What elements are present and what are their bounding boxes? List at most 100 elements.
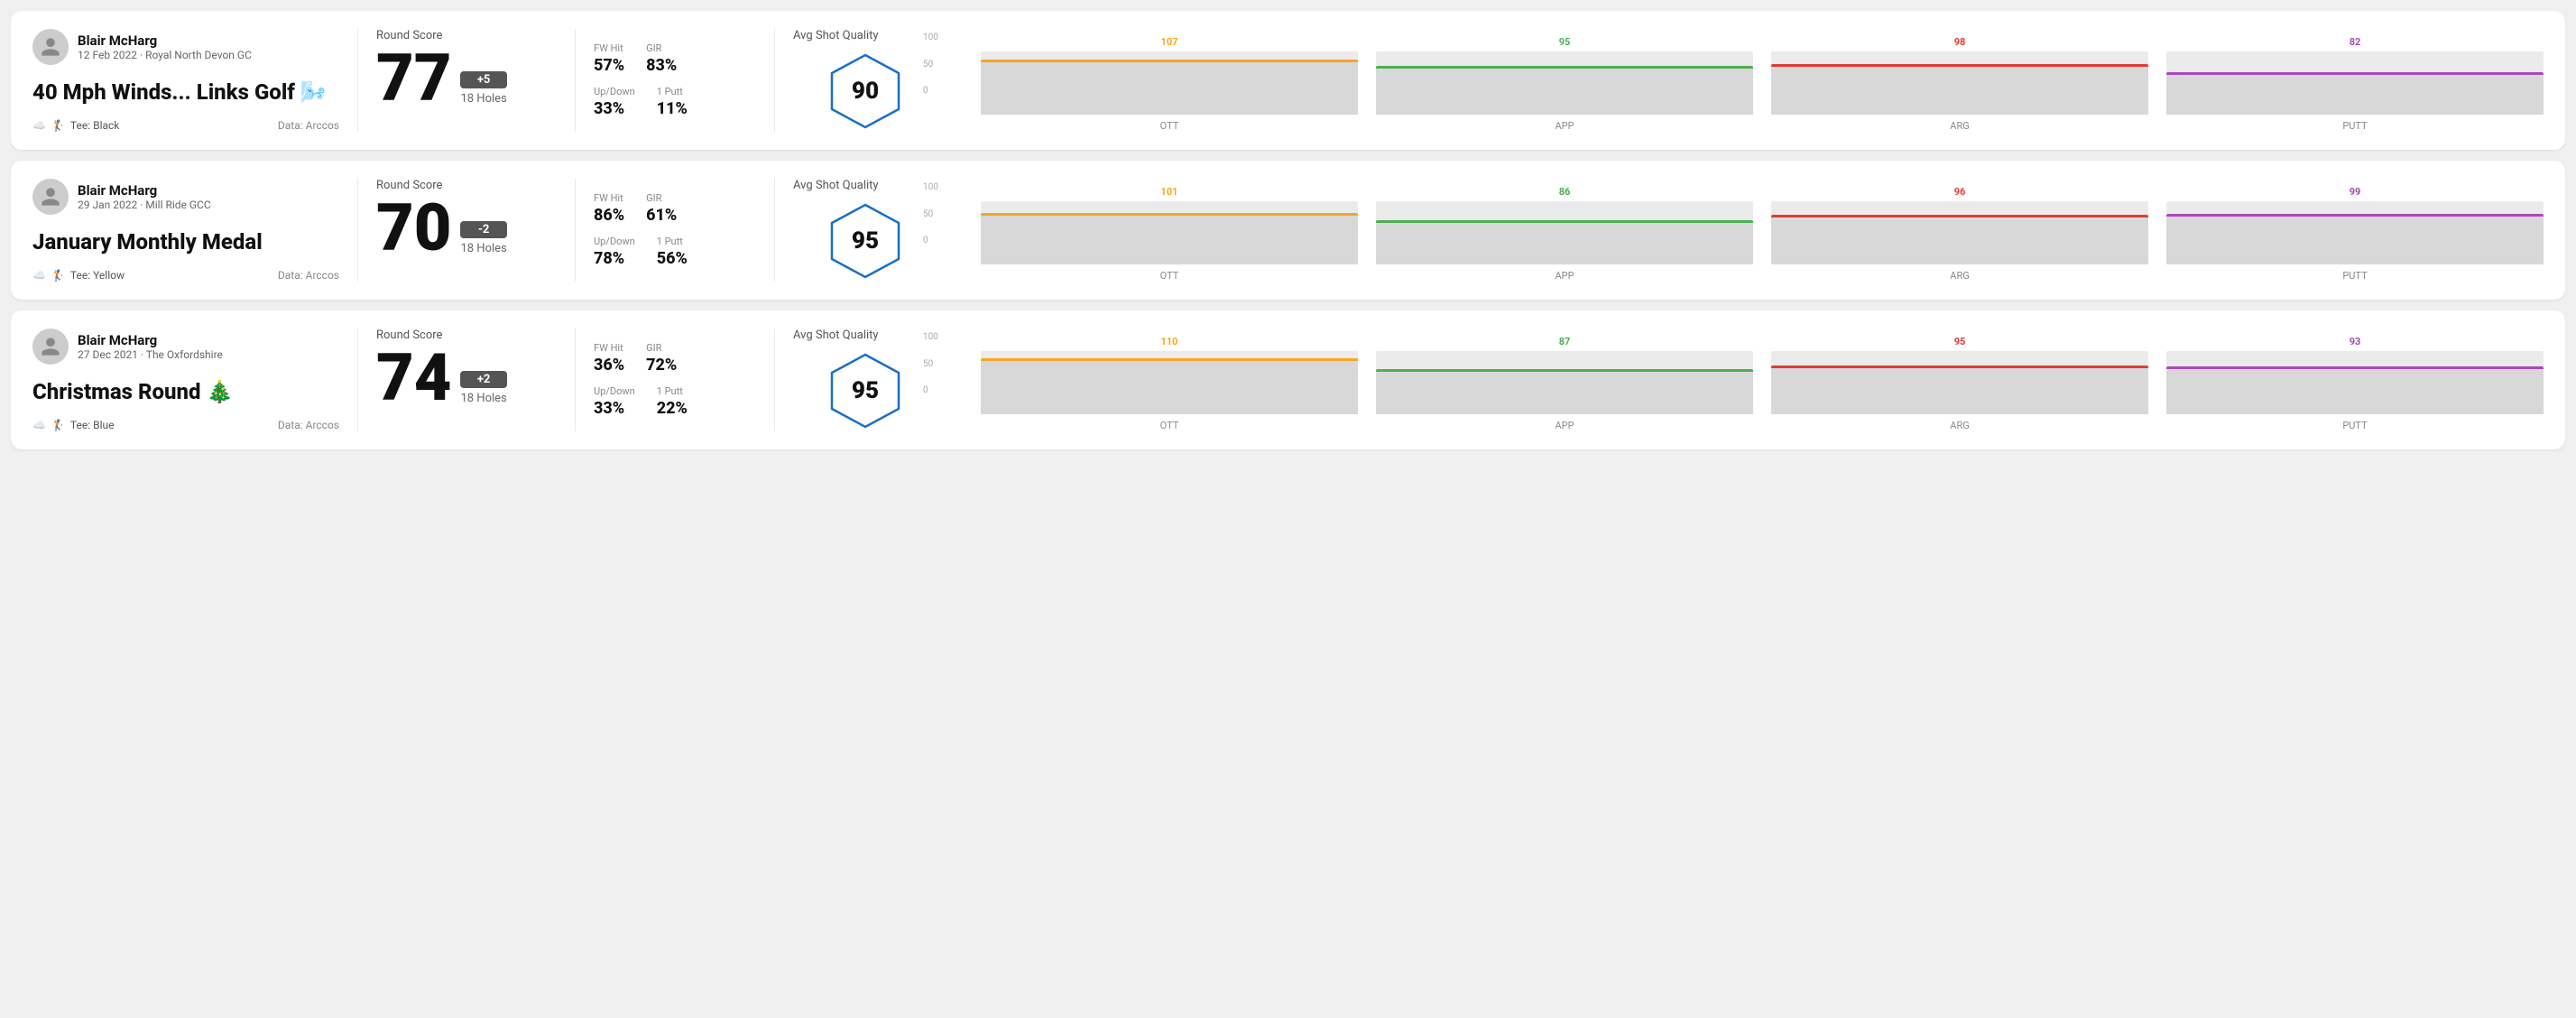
stat-label: 1 Putt	[657, 385, 688, 397]
bar-value: 95	[1559, 36, 1571, 48]
user-row: Blair McHarg12 Feb 2022 · Royal North De…	[32, 29, 339, 65]
stats-section: FW Hit86%GIR61%Up/Down78%1 Putt56%	[594, 179, 756, 282]
avatar	[32, 329, 69, 365]
bar-chart: 110OTT87APP95ARG93PUTT	[981, 332, 2544, 431]
stat-row-2: Up/Down33%1 Putt11%	[594, 86, 756, 118]
stat-value: 86%	[594, 206, 624, 225]
stat-row-1: FW Hit57%GIR83%	[594, 42, 756, 75]
stat-item-updown: Up/Down33%	[594, 385, 635, 418]
score-number: 70	[376, 196, 451, 261]
hexagon-wrapper: 95	[793, 349, 937, 431]
bar-fill	[1376, 66, 1753, 69]
bag-icon: 🏌️	[51, 269, 65, 282]
stat-item-gir: GIR72%	[646, 342, 677, 375]
hexagon-value: 95	[852, 377, 879, 404]
stat-item-fw-hit: FW Hit36%	[594, 342, 624, 375]
user-info: Blair McHarg29 Jan 2022 · Mill Ride GCC	[78, 182, 211, 211]
user-name: Blair McHarg	[78, 32, 252, 49]
bar-gray-fill	[1771, 217, 2148, 264]
user-info: Blair McHarg27 Dec 2021 · The Oxfordshir…	[78, 332, 223, 361]
stat-label: 1 Putt	[657, 86, 688, 97]
stat-row-1: FW Hit36% GIR72%	[594, 342, 756, 375]
bar-container	[981, 51, 1358, 115]
divider	[774, 329, 775, 431]
bar-label: OTT	[1160, 120, 1179, 132]
holes-text: 18 Holes	[460, 92, 506, 106]
divider	[357, 329, 358, 431]
score-section: Round Score74+218 Holes	[376, 329, 557, 431]
bar-gray-fill	[1376, 372, 1753, 414]
round-title: Christmas Round 🎄	[32, 379, 339, 404]
bar-gray-fill	[2166, 75, 2544, 115]
stat-label: Up/Down	[594, 236, 635, 247]
bar-gray-fill	[2166, 217, 2544, 264]
stat-item-gir: GIR61%	[646, 192, 677, 225]
bar-label: ARG	[1950, 120, 1969, 132]
round-title: January Monthly Medal	[32, 229, 339, 255]
quality-section: Avg Shot Quality 95	[793, 179, 937, 282]
stat-value: 57%	[594, 56, 624, 75]
hexagon: 90	[825, 51, 906, 132]
stat-item-updown: Up/Down 33%	[594, 86, 635, 118]
score-number: 74	[376, 346, 451, 411]
divider	[575, 179, 576, 282]
bar-label: OTT	[1160, 270, 1179, 282]
avatar	[32, 29, 69, 65]
bar-label: APP	[1555, 270, 1574, 282]
hexagon-value: 95	[852, 227, 879, 255]
score-badge: +5	[460, 71, 506, 88]
divider	[357, 29, 358, 132]
bar-fill	[1771, 366, 2148, 368]
tee-info: ☁️🏌️Tee: Blue	[32, 419, 114, 431]
badge-holes: +5 18 Holes	[460, 71, 506, 106]
stat-label: GIR	[646, 42, 677, 54]
bar-container	[1376, 51, 1753, 115]
bar-chart-wrapper: 100500101OTT86APP96ARG99PUTT	[952, 182, 2544, 282]
bar-background	[2166, 351, 2544, 414]
bar-fill	[981, 60, 1358, 62]
score-section: Round Score77+518 Holes	[376, 29, 557, 132]
stat-label: FW Hit	[594, 192, 624, 204]
bar-gray-fill	[1771, 67, 2148, 115]
bottom-row: ☁️🏌️Tee: BlackData: Arccos	[32, 119, 339, 132]
bar-container	[1771, 51, 2148, 115]
bar-chart-wrapper: 100500110OTT87APP95ARG93PUTT	[952, 332, 2544, 431]
bar-fill	[2166, 72, 2544, 75]
hexagon-wrapper: 90	[793, 50, 937, 132]
bag-icon: 🏌️	[51, 119, 65, 132]
tee-info: ☁️🏌️Tee: Black	[32, 119, 119, 132]
stats-section: FW Hit36% GIR72% Up/Down33% 1 Putt 22%	[594, 329, 756, 431]
hexagon-wrapper: 95	[793, 199, 937, 282]
bar-fill	[1771, 64, 2148, 67]
quality-label: Avg Shot Quality	[793, 179, 879, 192]
stat-value: 33%	[594, 399, 635, 418]
stat-item-gir: GIR83%	[646, 42, 677, 75]
bar-background	[1376, 201, 1753, 264]
hexagon-value: 90	[852, 78, 879, 105]
weather-icon: ☁️	[32, 119, 46, 132]
bar-value: 93	[2350, 336, 2361, 347]
stat-value: 22%	[657, 399, 688, 418]
bar-background	[1771, 51, 2148, 115]
user-info: Blair McHarg12 Feb 2022 · Royal North De…	[78, 32, 252, 61]
badge-holes: +218 Holes	[460, 371, 506, 405]
score-main: 77 +5 18 Holes	[376, 46, 557, 111]
bar-label: PUTT	[2342, 270, 2367, 282]
bar-group: 93PUTT	[2166, 336, 2544, 431]
round-title: 40 Mph Winds... Links Golf 🌬️	[32, 79, 339, 105]
bar-background	[2166, 201, 2544, 264]
round-card: Blair McHarg29 Jan 2022 · Mill Ride GCC J…	[11, 161, 2565, 300]
bar-background	[2166, 51, 2544, 115]
bar-value: 110	[1161, 336, 1178, 347]
bar-label: APP	[1555, 120, 1574, 132]
score-number: 77	[376, 46, 451, 111]
quality-label: Avg Shot Quality	[793, 29, 879, 42]
holes-text: 18 Holes	[460, 242, 506, 255]
bar-container	[1771, 351, 2148, 414]
stat-value: 36%	[594, 356, 624, 375]
bar-group: 82PUTT	[2166, 36, 2544, 132]
bar-gray-fill	[981, 361, 1358, 414]
stat-label: Up/Down	[594, 86, 635, 97]
bar-container	[2166, 51, 2544, 115]
stat-value: 33%	[594, 99, 635, 118]
